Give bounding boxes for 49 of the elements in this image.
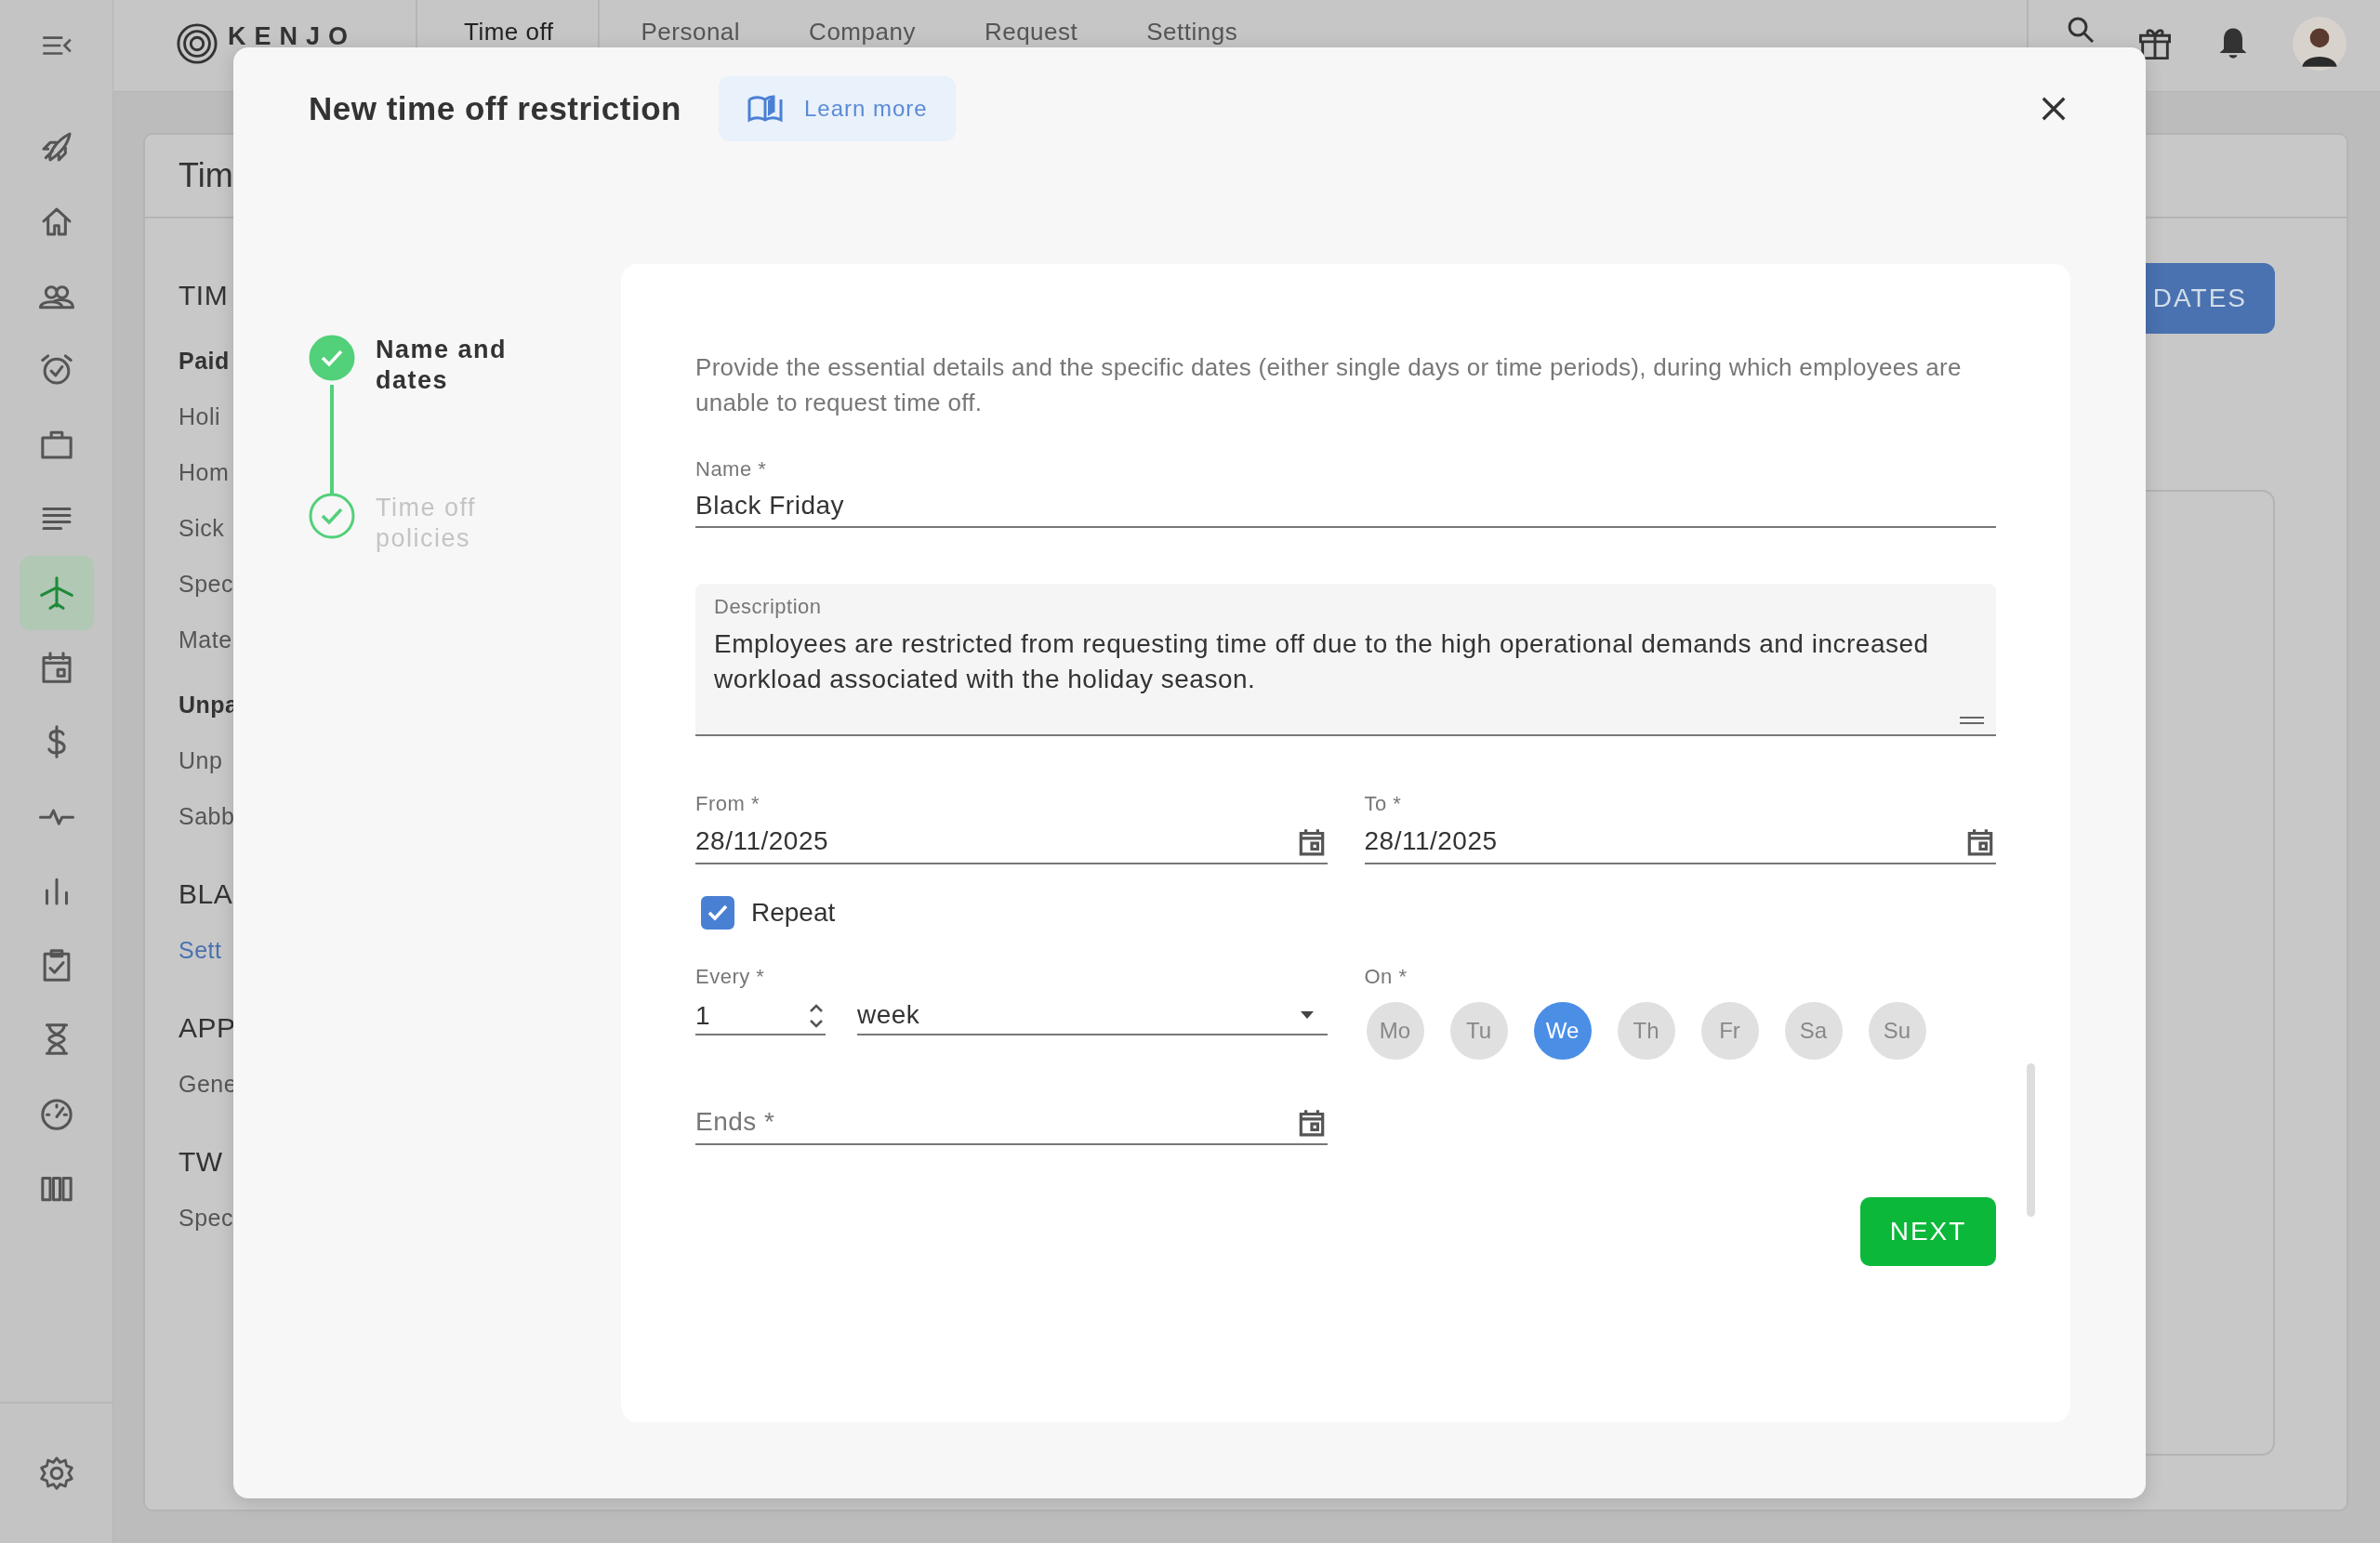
list-item[interactable]: Gene [178, 1068, 238, 1100]
section-heading: BLA [178, 878, 233, 910]
list-item[interactable]: Sick [178, 512, 225, 544]
resize-handle-icon[interactable] [1959, 716, 1985, 725]
search-icon[interactable] [2066, 15, 2096, 45]
avatar[interactable] [2293, 17, 2347, 71]
day-toggle[interactable]: Su [1868, 1002, 1926, 1060]
section-heading: TIM [178, 280, 229, 311]
repeat-label: Repeat [751, 898, 836, 928]
sidebar-item[interactable] [19, 556, 94, 630]
section-heading: APP [178, 1012, 236, 1044]
day-toggle[interactable]: Th [1617, 1002, 1675, 1060]
description-field[interactable]: Description Employees are restricted from requesting time off due to the high operational demands and increased workload associated with the holiday season. [695, 584, 1996, 736]
checkbox[interactable] [701, 896, 734, 930]
day-toggle[interactable]: Tu [1449, 1002, 1508, 1060]
learn-more-button[interactable]: Learn more [718, 76, 956, 141]
dropdown-caret-icon [1299, 1010, 1315, 1020]
day-toggle[interactable]: Sa [1784, 1002, 1843, 1060]
step-label[interactable]: Name and dates [376, 335, 543, 396]
ends-date-field[interactable]: Ends * [695, 1106, 1328, 1145]
list-item[interactable]: Hom [178, 456, 230, 488]
list-item[interactable]: Unp [178, 745, 223, 776]
next-button[interactable]: NEXT [1860, 1197, 1996, 1266]
close-icon[interactable] [2040, 95, 2068, 123]
list-item[interactable]: Holi [178, 401, 221, 432]
panel-title: Tim [178, 156, 233, 195]
group-heading: Paid [178, 347, 230, 376]
logo-icon [176, 22, 218, 65]
day-toggle[interactable]: We [1533, 1002, 1592, 1060]
section-heading: TW [178, 1146, 223, 1178]
list-item[interactable]: Mate [178, 624, 232, 655]
scrollbar[interactable] [2027, 1063, 2035, 1217]
name-field[interactable]: Name * Black Friday [695, 457, 1996, 528]
number-field[interactable]: 1 [695, 1000, 826, 1035]
book-icon [746, 94, 784, 124]
intro-text: Provide the essential details and the specific dates (either single days or time periods), during which employees are unable to request time off. [695, 352, 1963, 418]
from-date-field[interactable]: From * 28/11/2025 [695, 792, 1328, 864]
list-item[interactable]: Spec [178, 1202, 233, 1233]
settings-link[interactable]: Sett [178, 934, 222, 966]
day-toggle[interactable]: Mo [1366, 1002, 1424, 1060]
unit-select[interactable]: week [857, 1000, 1328, 1035]
list-item[interactable]: Spec [178, 568, 233, 600]
every-label: Every * [695, 965, 766, 989]
on-label: On * [1364, 965, 1408, 989]
to-date-field[interactable]: To * 28/11/2025 [1364, 792, 1996, 864]
logo-text: KENJO [228, 24, 357, 48]
day-toggle[interactable]: Fr [1700, 1002, 1759, 1060]
dialog-title: New time off restriction [309, 90, 681, 127]
list-item[interactable]: Sabb [178, 800, 235, 832]
